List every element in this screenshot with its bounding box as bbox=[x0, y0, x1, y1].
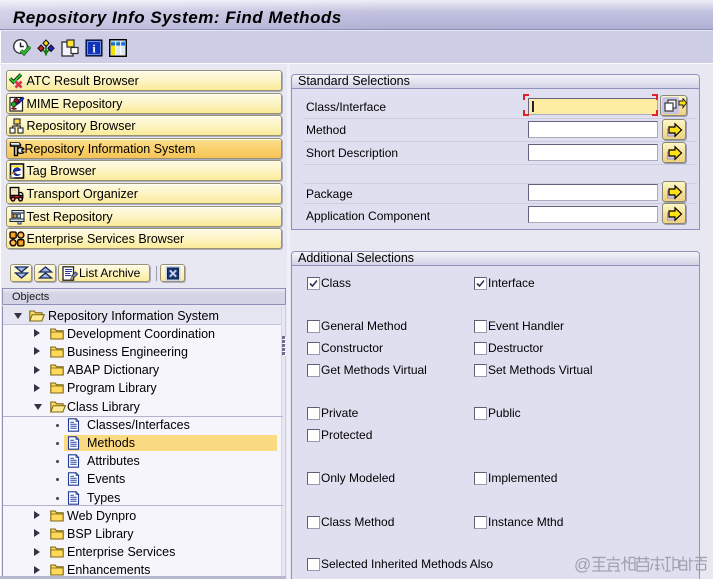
svg-text:@: @ bbox=[574, 555, 591, 574]
